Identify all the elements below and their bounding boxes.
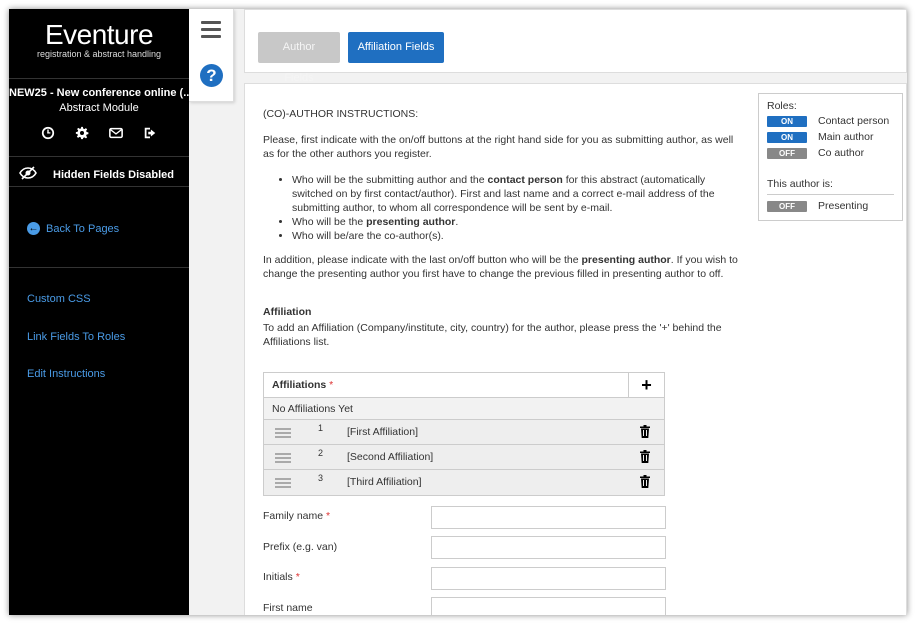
drag-handle-icon[interactable] [275, 478, 291, 490]
instructions-presenting: In addition, please indicate with the la… [263, 254, 738, 280]
arrow-left-circle-icon: ← [27, 222, 40, 235]
add-affiliation-button[interactable]: + [628, 373, 664, 397]
list-item: Who will be/are the co-author(s). [292, 229, 743, 243]
required-mark: * [329, 379, 334, 391]
prefix-label: Prefix (e.g. van) [263, 541, 338, 553]
tab-affiliation-fields[interactable]: Affiliation Fields [348, 32, 444, 63]
role-row-main: ON Main author [767, 130, 894, 144]
back-to-pages-link[interactable]: ← Back To Pages [27, 222, 119, 235]
roles-box: Roles: ON Contact person ON Main author … [758, 93, 903, 221]
first-name-label: First name [263, 602, 313, 614]
role-row-presenting: OFF Presenting [767, 199, 894, 213]
row-number: 2 [318, 448, 324, 458]
roles-divider [767, 194, 894, 195]
main-author-toggle[interactable]: ON [767, 131, 807, 143]
affiliation-heading: Affiliation [263, 306, 312, 318]
table-row: 1 [First Affiliation] [264, 420, 664, 445]
hidden-fields-label: Hidden Fields Disabled [53, 168, 175, 181]
hidden-fields-toggle[interactable]: Hidden Fields Disabled [9, 156, 189, 192]
logo-tagline: registration & abstract handling [36, 49, 162, 59]
affiliations-label: Affiliations [272, 379, 327, 391]
module-name: Abstract Module [59, 102, 139, 114]
table-row: 2 [Second Affiliation] [264, 445, 664, 470]
role-label: Main author [818, 131, 874, 143]
drag-handle-icon[interactable] [275, 453, 291, 465]
instructions-heading: (CO)-AUTHOR INSTRUCTIONS: [263, 108, 419, 120]
logo: Eventure registration & abstract handlin… [9, 9, 189, 79]
logo-main: Eventure [44, 19, 154, 50]
row-number: 3 [318, 473, 324, 483]
sidebar-divider [9, 267, 189, 268]
prefix-input[interactable] [431, 536, 666, 559]
affiliation-name: [Second Affiliation] [347, 451, 434, 463]
this-author-label: This author is: [767, 178, 833, 190]
app-window: Eventure registration & abstract handlin… [9, 9, 907, 615]
envelope-icon[interactable] [109, 126, 123, 145]
trash-icon[interactable] [640, 450, 650, 463]
trash-icon[interactable] [640, 475, 650, 488]
role-label: Presenting [818, 200, 869, 212]
empty-message: No Affiliations Yet [264, 398, 664, 420]
sidebar: Eventure registration & abstract handlin… [9, 9, 189, 615]
list-item: Who will be the presenting author. [292, 215, 743, 229]
instructions-intro: Please, first indicate with the on/off b… [263, 134, 734, 160]
family-name-input[interactable] [431, 506, 666, 529]
sidebar-link-fields-to-roles[interactable]: Link Fields To Roles [27, 331, 125, 343]
instructions-list: Who will be the submitting author and th… [292, 173, 743, 243]
initials-label: Initials * [263, 571, 300, 583]
sidebar-link-edit-instructions[interactable]: Edit Instructions [27, 368, 105, 380]
tab-author-fields[interactable]: Author Fields [258, 32, 340, 84]
instructions: (CO)-AUTHOR INSTRUCTIONS: Please, first … [263, 107, 743, 293]
role-row-co: OFF Co author [767, 146, 894, 160]
hamburger-menu-icon[interactable] [201, 21, 221, 42]
contact-person-toggle[interactable]: ON [767, 115, 807, 127]
initials-input[interactable] [431, 567, 666, 590]
co-author-toggle[interactable]: OFF [767, 147, 807, 159]
affiliation-name: [Third Affiliation] [347, 476, 422, 488]
presenting-toggle[interactable]: OFF [767, 200, 807, 212]
eye-slash-icon [19, 166, 53, 183]
affiliations-table: Affiliations * + No Affiliations Yet 1 [… [263, 372, 665, 496]
table-header: Affiliations * + [264, 373, 664, 398]
conference-title: NEW25 - New conference online (... [9, 87, 189, 99]
help-icon[interactable]: ? [200, 64, 223, 87]
logout-icon[interactable] [143, 126, 157, 145]
roles-title: Roles: [767, 100, 797, 112]
gear-icon[interactable] [75, 126, 89, 145]
icon-column: ? [189, 9, 234, 102]
trash-icon[interactable] [640, 425, 650, 438]
family-name-label: Family name * [263, 510, 331, 522]
sidebar-link-custom-css[interactable]: Custom CSS [27, 293, 91, 305]
table-row: 3 [Third Affiliation] [264, 470, 664, 495]
tabs-panel: Author Fields Affiliation Fields [244, 9, 907, 84]
row-number: 1 [318, 423, 324, 433]
role-label: Contact person [818, 115, 890, 127]
affiliation-name: [First Affiliation] [347, 426, 418, 438]
clock-icon[interactable] [41, 126, 55, 145]
list-item: Who will be the submitting author and th… [292, 173, 743, 215]
role-label: Co author [818, 147, 865, 159]
back-label: Back To Pages [46, 222, 120, 235]
role-row-contact: ON Contact person [767, 114, 894, 128]
main-content: (CO)-AUTHOR INSTRUCTIONS: Please, first … [244, 83, 907, 615]
first-name-input[interactable] [431, 597, 666, 615]
affiliation-text: To add an Affiliation (Company/institute… [263, 322, 722, 348]
drag-handle-icon[interactable] [275, 428, 291, 440]
